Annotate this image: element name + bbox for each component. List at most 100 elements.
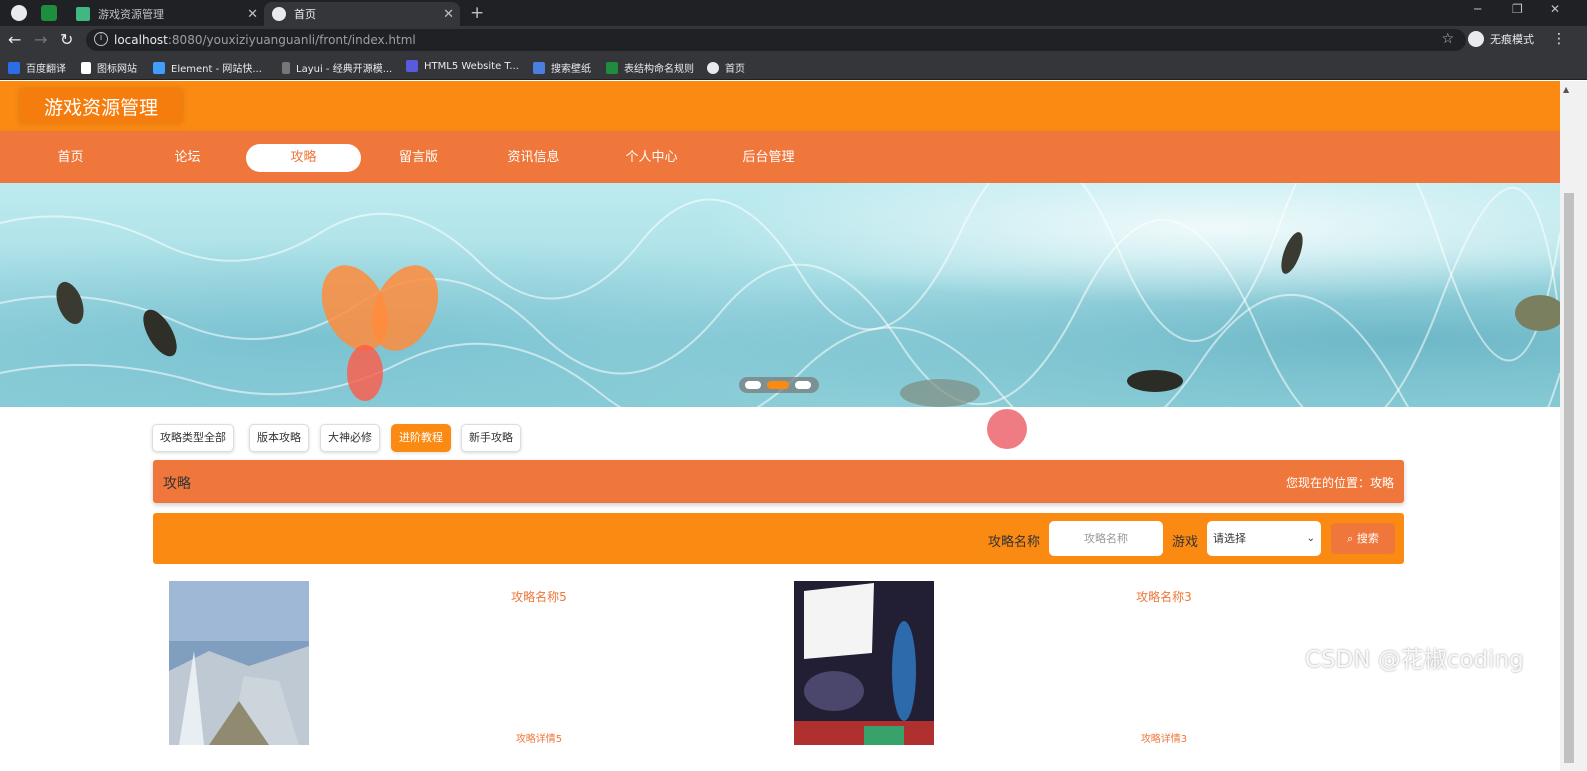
game-select[interactable]: 请选择 ⌄ xyxy=(1207,521,1321,556)
nav-profile[interactable]: 个人中心 xyxy=(594,144,709,172)
close-tab-icon[interactable]: ✕ xyxy=(247,7,258,22)
bookmarks-bar: 百度翻译 图标网站 Element - 网站快... Layui - 经典开源模… xyxy=(0,54,1587,80)
vue-icon xyxy=(76,7,90,21)
nav-news[interactable]: 资讯信息 xyxy=(476,144,591,172)
close-tab-icon[interactable]: ✕ xyxy=(443,7,454,22)
carousel-dot-active[interactable] xyxy=(767,381,789,389)
pinned-tab-sheets-icon[interactable] xyxy=(41,5,57,21)
nav-forum[interactable]: 论坛 xyxy=(130,144,245,172)
section-header: 攻略 您现在的位置：攻略 xyxy=(153,460,1404,503)
translate-icon xyxy=(8,61,20,74)
carousel-indicators xyxy=(739,377,819,393)
forward-icon[interactable]: → xyxy=(34,30,47,49)
flag-icon xyxy=(81,61,91,74)
section-title: 攻略 xyxy=(163,476,191,492)
carousel-dot[interactable] xyxy=(795,381,811,389)
bookmark-item[interactable]: 百度翻译 xyxy=(8,60,66,75)
bookmark-item[interactable]: Layui - 经典开源模... xyxy=(282,60,392,75)
guide-name[interactable]: 攻略名称3 xyxy=(1064,588,1264,605)
address-bar[interactable]: i localhost:8080/youxiziyuanguanli/front… xyxy=(86,29,1466,51)
new-tab-icon[interactable]: + xyxy=(470,3,484,23)
close-window-icon[interactable]: ✕ xyxy=(1550,2,1560,16)
bookmark-item[interactable]: 搜索壁纸 xyxy=(533,60,591,75)
game-select-value: 请选择 xyxy=(1213,532,1246,545)
guide-thumbnail[interactable] xyxy=(169,581,309,745)
bookmark-item[interactable]: 图标网站 xyxy=(81,60,137,75)
nav-admin[interactable]: 后台管理 xyxy=(711,144,826,172)
guide-name-input[interactable]: 攻略名称 xyxy=(1049,521,1163,556)
filter-beginner[interactable]: 新手攻略 xyxy=(461,424,521,452)
bookmark-star-icon[interactable]: ☆ xyxy=(1441,31,1454,47)
search-button-label: 搜索 xyxy=(1356,532,1379,545)
html5-icon xyxy=(406,60,418,72)
reload-icon[interactable]: ↻ xyxy=(60,30,73,49)
site-info-icon[interactable]: i xyxy=(94,32,108,46)
site-header: 游戏资源管理 xyxy=(0,81,1560,131)
filter-version[interactable]: 版本攻略 xyxy=(249,424,309,452)
bookmark-label: 百度翻译 xyxy=(26,64,66,75)
watermark: CSDN @花椒coding xyxy=(1305,647,1524,673)
filter-advanced[interactable]: 进阶教程 xyxy=(391,424,451,452)
bookmark-label: HTML5 Website T... xyxy=(424,60,519,72)
main-nav: 首页 论坛 攻略 留言版 资讯信息 个人中心 后台管理 xyxy=(0,131,1560,183)
scrollbar-thumb[interactable] xyxy=(1564,193,1574,763)
bookmark-label: 表结构命名规则 xyxy=(624,64,694,75)
sheet-icon xyxy=(606,61,618,74)
bookmark-item[interactable]: 首页 xyxy=(707,60,745,75)
bookmark-label: 搜索壁纸 xyxy=(551,64,591,75)
browser-window: 游戏资源管理 ✕ 首页 ✕ + ─ ❐ ✕ ← → ↻ i localhost:… xyxy=(0,0,1587,771)
name-label: 攻略名称 xyxy=(988,535,1041,550)
chevron-down-icon: ⌄ xyxy=(1306,533,1315,544)
tab-title: 首页 xyxy=(294,8,316,21)
game-label: 游戏 xyxy=(1172,535,1199,550)
incognito-icon xyxy=(1468,31,1484,47)
banner-carousel[interactable] xyxy=(0,183,1560,407)
back-icon[interactable]: ← xyxy=(8,30,21,49)
globe-icon xyxy=(707,61,719,74)
url-host: localhost xyxy=(114,33,168,47)
nav-home[interactable]: 首页 xyxy=(13,144,128,172)
bookmark-item[interactable]: 表结构命名规则 xyxy=(606,60,694,75)
bookmark-label: 图标网站 xyxy=(97,64,137,75)
browser-menu-icon[interactable]: ⋮ xyxy=(1552,31,1566,47)
bookmark-label: 首页 xyxy=(725,64,745,75)
element-icon xyxy=(153,61,165,74)
wallpaper-icon xyxy=(533,61,545,74)
guide-detail[interactable]: 攻略详情3 xyxy=(1064,730,1264,745)
incognito-label: 无痕模式 xyxy=(1490,33,1534,46)
bookmark-label: Layui - 经典开源模... xyxy=(296,64,393,75)
url-text[interactable]: localhost:8080/youxiziyuanguanli/front/i… xyxy=(114,33,416,47)
guide-thumbnail[interactable] xyxy=(794,581,934,745)
layui-icon xyxy=(282,61,290,74)
tab-title: 游戏资源管理 xyxy=(98,8,164,21)
breadcrumb: 您现在的位置：攻略 xyxy=(1285,476,1394,490)
bookmark-item[interactable]: Element - 网站快... xyxy=(153,60,262,75)
guide-card[interactable]: 攻略名称5 攻略详情5 xyxy=(169,581,789,751)
minimize-icon[interactable]: ─ xyxy=(1474,2,1481,16)
tab-strip: 游戏资源管理 ✕ 首页 ✕ + ─ ❐ ✕ xyxy=(0,0,1587,26)
guide-detail[interactable]: 攻略详情5 xyxy=(439,730,639,745)
bookmark-item[interactable]: HTML5 Website T... xyxy=(406,60,519,72)
pinned-tab-globe-icon[interactable] xyxy=(11,5,27,21)
globe-icon xyxy=(272,7,286,21)
filter-all[interactable]: 攻略类型全部 xyxy=(152,424,234,452)
page-scrollbar[interactable]: ▲ xyxy=(1560,81,1587,771)
guide-name[interactable]: 攻略名称5 xyxy=(439,588,639,605)
restore-icon[interactable]: ❐ xyxy=(1512,2,1523,16)
nav-messages[interactable]: 留言版 xyxy=(361,144,476,172)
nav-guides[interactable]: 攻略 xyxy=(246,144,361,172)
scroll-up-icon[interactable]: ▲ xyxy=(1563,85,1569,94)
underwater-banner-image xyxy=(0,183,1560,407)
filter-master[interactable]: 大神必修 xyxy=(320,424,380,452)
cursor-highlight xyxy=(987,409,1027,449)
site-logo[interactable]: 游戏资源管理 xyxy=(20,89,182,123)
tab-home[interactable]: 首页 ✕ xyxy=(264,2,460,26)
tab-game-resource[interactable]: 游戏资源管理 ✕ xyxy=(68,2,264,26)
toolbar: ← → ↻ i localhost:8080/youxiziyuanguanli… xyxy=(0,26,1587,54)
carousel-dot[interactable] xyxy=(745,381,761,389)
search-bar: 攻略名称 攻略名称 游戏 请选择 ⌄ ⌕ 搜索 xyxy=(153,513,1404,564)
bookmark-label: Element - 网站快... xyxy=(171,64,262,75)
search-icon: ⌕ xyxy=(1347,532,1354,545)
search-button[interactable]: ⌕ 搜索 xyxy=(1331,523,1395,554)
incognito-indicator[interactable]: 无痕模式 xyxy=(1468,31,1534,47)
